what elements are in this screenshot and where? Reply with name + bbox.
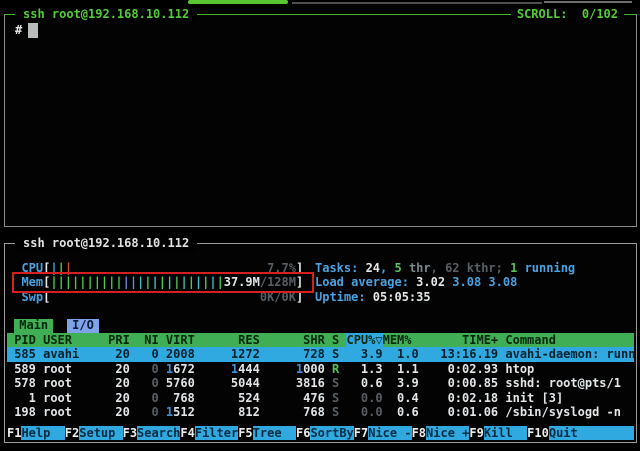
column-header-pid[interactable]: PID [7, 333, 36, 347]
tasks-line: Tasks: 24, 5 thr, 62 kthr; 1 running [315, 261, 575, 275]
fkey-f5[interactable]: F5 [238, 426, 252, 440]
terminal-pane-top[interactable]: ssh root@192.168.10.112 SCROLL: 0/102 # [4, 14, 637, 227]
process-table: 585avahi20020081272728S3.91.013:16.19ava… [7, 347, 634, 419]
fkey-label-f6[interactable]: SortBy [310, 426, 353, 440]
cpu-meter-label: CPU [21, 261, 43, 275]
fkey-f1[interactable]: F1 [7, 426, 21, 440]
swp-meter-bar: 0K/0K [50, 290, 296, 304]
fkey-label-f1[interactable]: Help [21, 426, 64, 440]
fkey-f2[interactable]: F2 [65, 426, 79, 440]
tab-main[interactable]: Main [14, 319, 53, 333]
fkey-label-f9[interactable]: Kill [484, 426, 527, 440]
process-table-header: PID USERPRI NI VIRT RES SHR S CPU%▽MEM% TIME+ Com… [7, 333, 634, 347]
screen-artifact-green-bar [188, 0, 288, 4]
process-row[interactable]: 589root200167214441000R1.31.10:02.93htop [7, 362, 634, 376]
terminal-prompt: # [15, 23, 22, 37]
column-header-virt[interactable]: VIRT [166, 333, 195, 347]
column-header-user[interactable]: USER [43, 333, 108, 347]
mem-meter-bar: ||||||||||||||||||||||||37.9M/128M [50, 275, 296, 289]
scroll-indicator: SCROLL: 0/102 [511, 7, 624, 22]
load-line: Load average: 3.02 3.08 3.08 [315, 275, 575, 289]
terminal-input-area[interactable]: # [5, 15, 636, 226]
fkey-f8[interactable]: F8 [412, 426, 426, 440]
scroll-value: 0/102 [582, 7, 618, 21]
tab-bar: Main I/O [7, 319, 634, 333]
mem-meter-value: 37.9M/128M [224, 275, 296, 289]
column-header-cmd[interactable]: Command [505, 333, 634, 347]
fkey-f9[interactable]: F9 [469, 426, 483, 440]
fkey-f6[interactable]: F6 [296, 426, 310, 440]
process-row[interactable]: 578root200576050443816S0.63.90:00.85sshd… [7, 376, 634, 390]
text-cursor-icon [28, 23, 38, 38]
cpu-meter-value: 7.7% [267, 261, 296, 275]
column-header-ni[interactable]: NI [137, 333, 159, 347]
terminal-pane-bottom[interactable]: ssh root@192.168.10.112 CPU[|||7.7%] Mem… [4, 243, 637, 443]
process-row[interactable]: 585avahi20020081272728S3.91.013:16.19ava… [7, 347, 634, 361]
column-header-time[interactable]: TIME+ [426, 333, 498, 347]
column-header-mem[interactable]: MEM% [383, 333, 419, 347]
fkey-label-f8[interactable]: Nice + [426, 426, 469, 440]
column-header-pri[interactable]: PRI [108, 333, 130, 347]
scroll-label: SCROLL: [517, 7, 568, 21]
mem-meter-label: Mem [21, 275, 43, 289]
column-header-s[interactable]: S [332, 333, 339, 347]
fkey-label-f4[interactable]: Filter [195, 426, 238, 440]
bottom-pane-title: ssh root@192.168.10.112 [15, 236, 197, 251]
fkey-label-f3[interactable]: Search [137, 426, 180, 440]
swp-meter-label: Swp [21, 290, 43, 304]
fkey-f4[interactable]: F4 [180, 426, 194, 440]
cpu-meter-bar: |||7.7% [50, 261, 296, 275]
column-header-res[interactable]: RES [202, 333, 260, 347]
screen-artifact-gray-line [292, 2, 542, 4]
tab-io[interactable]: I/O [67, 319, 99, 333]
swp-meter-value: 0K/0K [260, 290, 296, 304]
fkey-f10[interactable]: F10 [527, 426, 549, 440]
meter-section: CPU[|||7.7%] Mem[|||||||||||||||||||||||… [7, 261, 634, 304]
summary-section: Tasks: 24, 5 thr, 62 kthr; 1 runningLoad… [315, 261, 575, 304]
function-key-bar: F1HelpF2SetupF3SearchF4FilterF5TreeF6Sor… [7, 426, 634, 440]
fkey-label-f2[interactable]: Setup [79, 426, 122, 440]
fkey-label-f5[interactable]: Tree [253, 426, 296, 440]
process-row[interactable]: 198root2001512812768S0.00.60:01.06/sbin/… [7, 405, 634, 419]
fkey-label-f7[interactable]: Nice - [368, 426, 411, 440]
column-header-cpu[interactable]: CPU%▽ [346, 333, 382, 347]
fkey-label-f10[interactable]: Quit [549, 426, 634, 440]
uptime-line: Uptime: 05:05:35 [315, 290, 575, 304]
blank-line [7, 304, 634, 318]
top-pane-title: ssh root@192.168.10.112 [15, 7, 197, 22]
fkey-f7[interactable]: F7 [354, 426, 368, 440]
fkey-f3[interactable]: F3 [123, 426, 137, 440]
screen-artifact-gray-line-2 [544, 1, 632, 3]
process-row[interactable]: 1root200768524476S0.00.40:02.18init [3] [7, 391, 634, 405]
column-header-shr[interactable]: SHR [267, 333, 325, 347]
htop-screen: CPU[|||7.7%] Mem[|||||||||||||||||||||||… [5, 244, 636, 442]
